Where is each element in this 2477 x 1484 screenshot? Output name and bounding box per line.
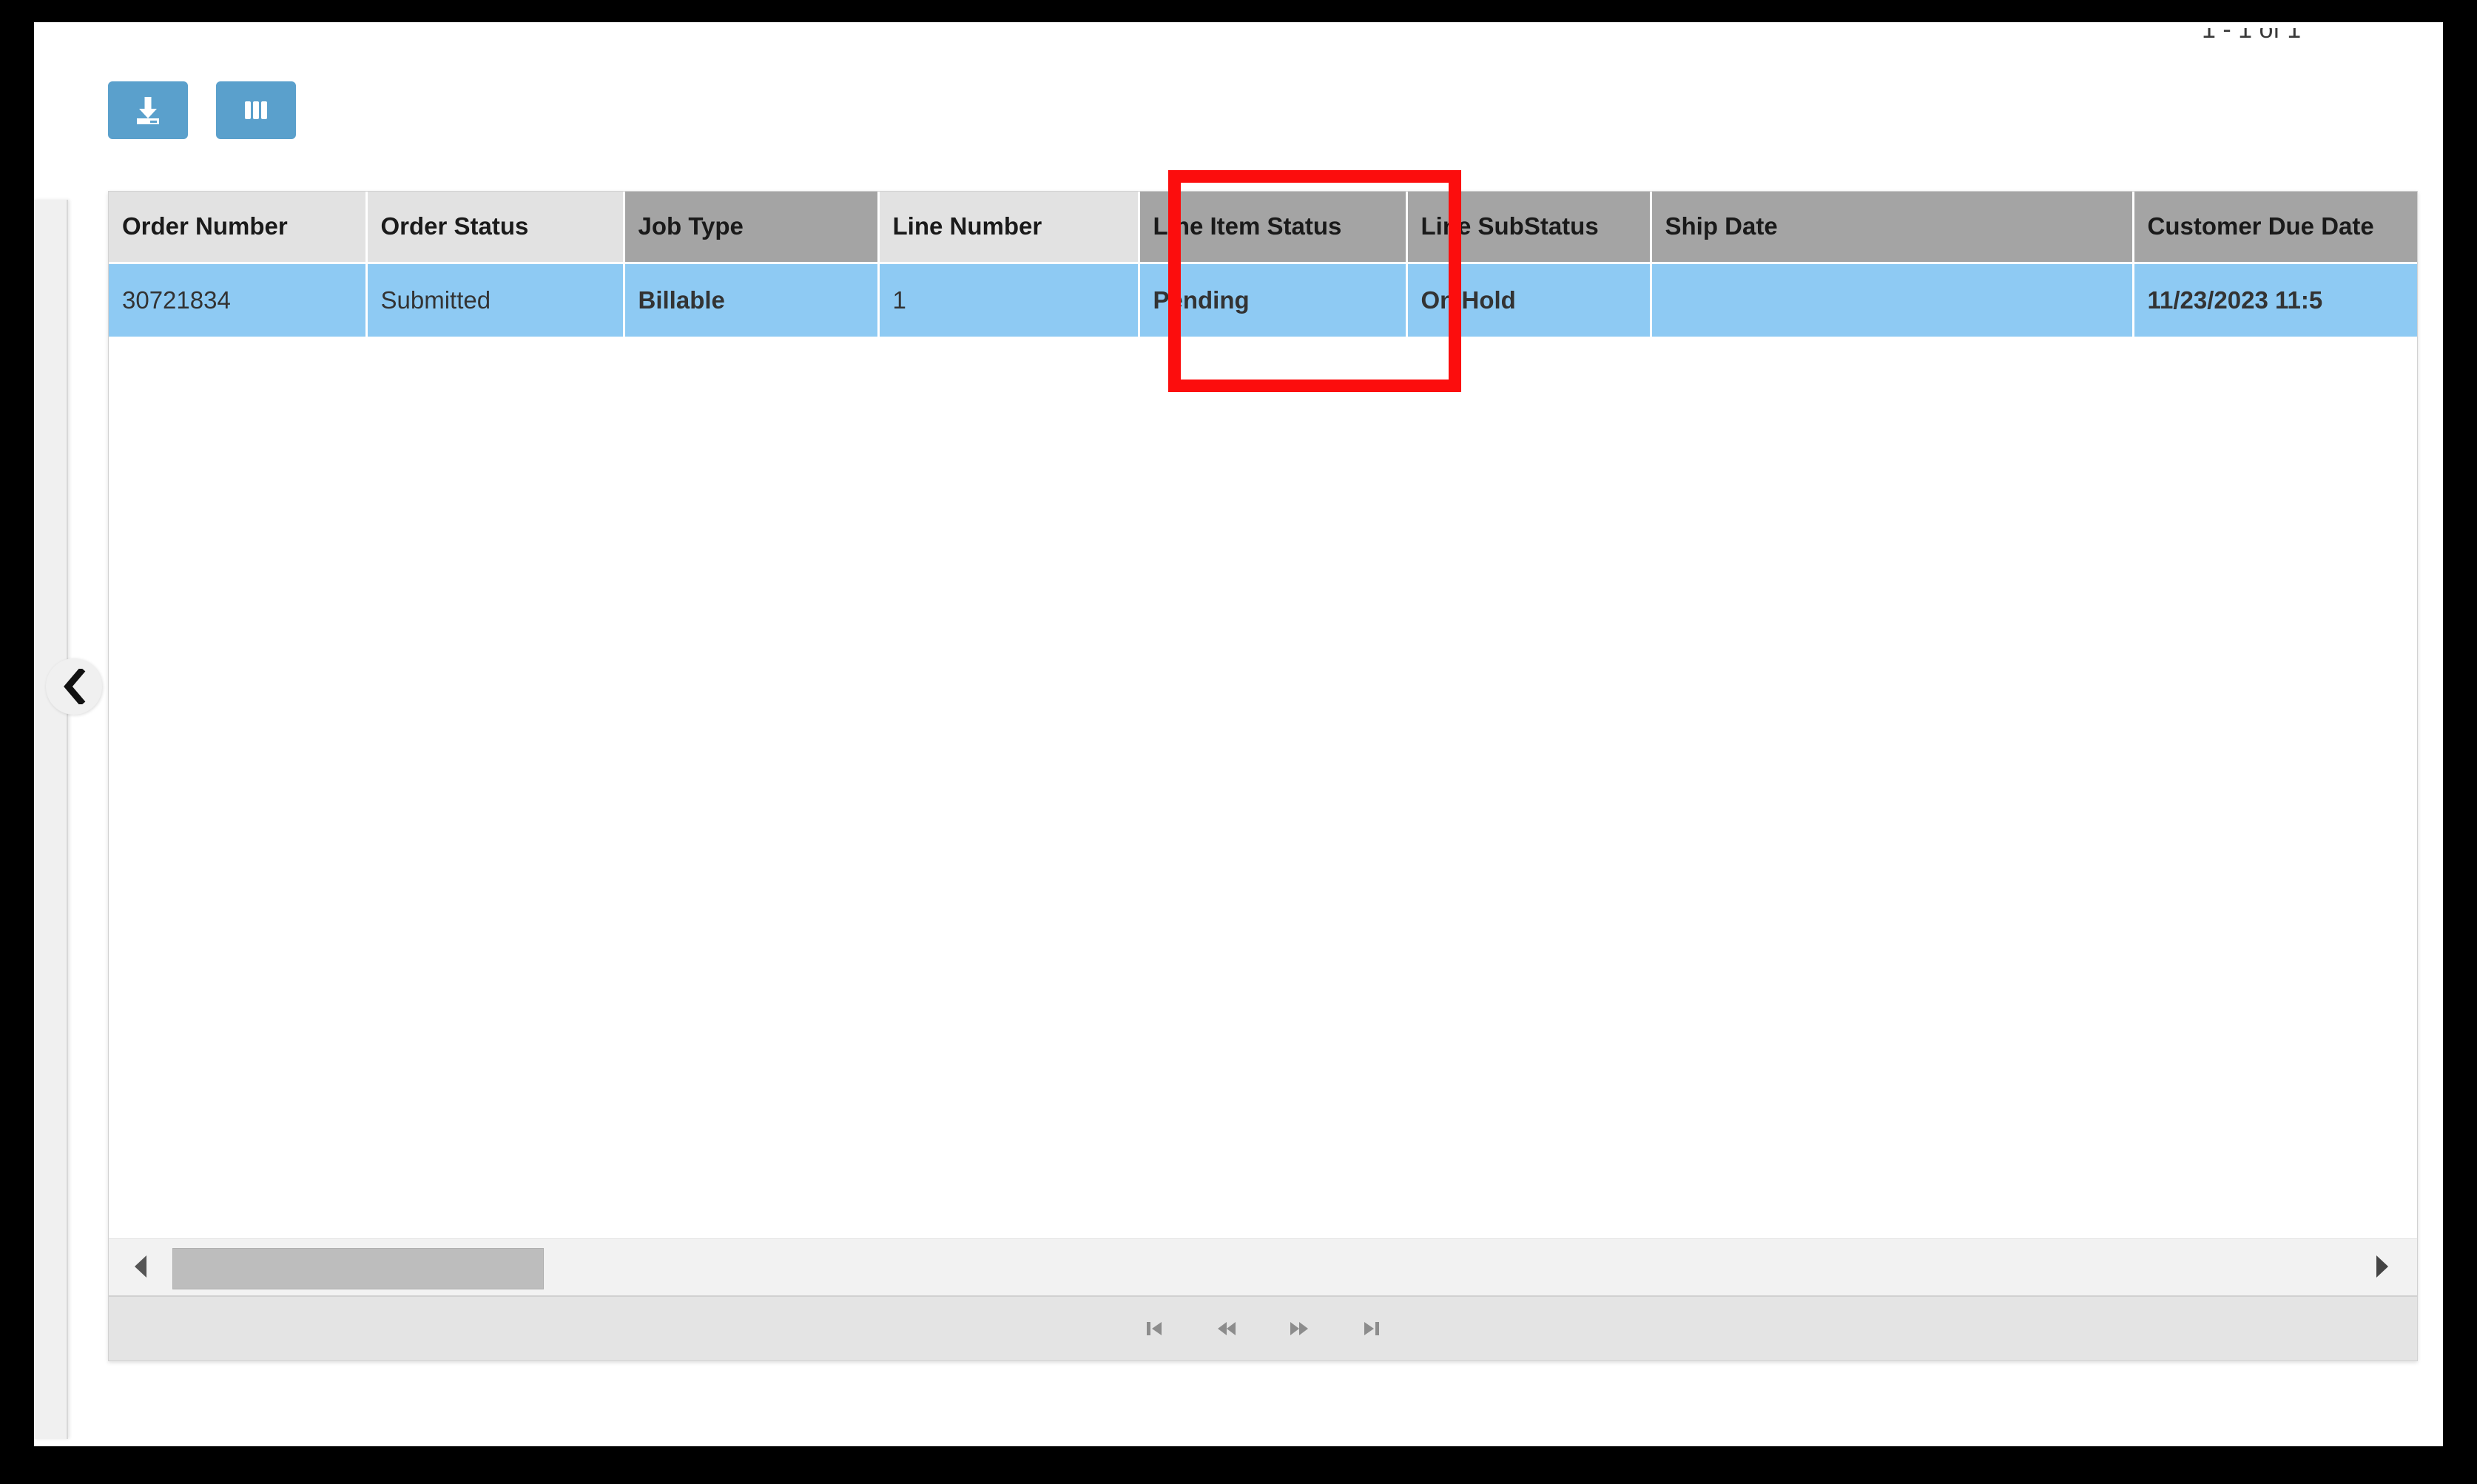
scroll-thumb[interactable] — [172, 1248, 544, 1289]
cell-order-status: Submitted — [366, 263, 625, 337]
record-count-caption: 1 - 1 of 1 — [2202, 28, 2409, 65]
left-side-panel — [34, 200, 68, 1439]
last-page-icon — [1359, 1316, 1384, 1341]
panel-collapse-button[interactable] — [46, 658, 102, 715]
column-header-order-number[interactable]: Order Number — [109, 192, 368, 264]
grid-horizontal-scrollbar[interactable] — [109, 1238, 2417, 1297]
column-header-line-substatus[interactable]: Line SubStatus — [1406, 192, 1652, 264]
next-page-icon — [1287, 1316, 1312, 1341]
table-row[interactable]: 30721834 Submitted Billable 1 Pending On… — [109, 263, 2417, 337]
columns-icon — [240, 94, 272, 127]
table-header-row: Order Number Order Status Job Type Line … — [109, 192, 2417, 264]
column-header-customer-due-date[interactable]: Customer Due Date — [2133, 192, 2417, 264]
table-body: 30721834 Submitted Billable 1 Pending On… — [109, 263, 2417, 337]
first-page-button[interactable] — [1134, 1309, 1174, 1349]
application-window: 1 - 1 of 1 Order Number Order Status Job… — [34, 22, 2443, 1446]
orders-data-grid: Order Number Order Status Job Type Line … — [108, 191, 2418, 1361]
grid-toolbar — [108, 81, 296, 139]
orders-table: Order Number Order Status Job Type Line … — [109, 192, 2417, 337]
column-header-ship-date[interactable]: Ship Date — [1651, 192, 2134, 264]
previous-page-icon — [1214, 1316, 1239, 1341]
cell-line-number: 1 — [878, 263, 1140, 337]
column-header-line-item-status[interactable]: Line Item Status — [1139, 192, 1408, 264]
triangle-left-icon — [131, 1254, 150, 1283]
chevron-left-icon — [61, 669, 87, 704]
column-header-order-status[interactable]: Order Status — [366, 192, 625, 264]
record-count-text: 1 - 1 of 1 — [2202, 28, 2302, 44]
triangle-right-icon — [2373, 1254, 2392, 1283]
cell-line-item-status: Pending — [1139, 263, 1408, 337]
cell-order-number[interactable]: 30721834 — [109, 263, 368, 337]
download-icon — [132, 94, 164, 127]
table-header: Order Number Order Status Job Type Line … — [109, 192, 2417, 264]
column-header-job-type[interactable]: Job Type — [624, 192, 880, 264]
cell-customer-due-date: 11/23/2023 11:5 — [2133, 263, 2417, 337]
first-page-icon — [1142, 1316, 1167, 1341]
cell-ship-date — [1651, 263, 2134, 337]
scroll-right-button[interactable] — [2359, 1239, 2405, 1297]
cell-job-type: Billable — [624, 263, 880, 337]
previous-page-button[interactable] — [1207, 1309, 1247, 1349]
column-header-line-number[interactable]: Line Number — [878, 192, 1140, 264]
export-button[interactable] — [108, 81, 188, 139]
grid-scroll-viewport: Order Number Order Status Job Type Line … — [109, 192, 2417, 1233]
grid-pager — [109, 1295, 2417, 1360]
columns-button[interactable] — [216, 81, 296, 139]
cell-line-substatus[interactable]: On Hold — [1406, 263, 1652, 337]
screen-frame: 1 - 1 of 1 Order Number Order Status Job… — [0, 0, 2477, 1484]
next-page-button[interactable] — [1279, 1309, 1319, 1349]
last-page-button[interactable] — [1352, 1309, 1392, 1349]
scroll-left-button[interactable] — [118, 1239, 164, 1297]
